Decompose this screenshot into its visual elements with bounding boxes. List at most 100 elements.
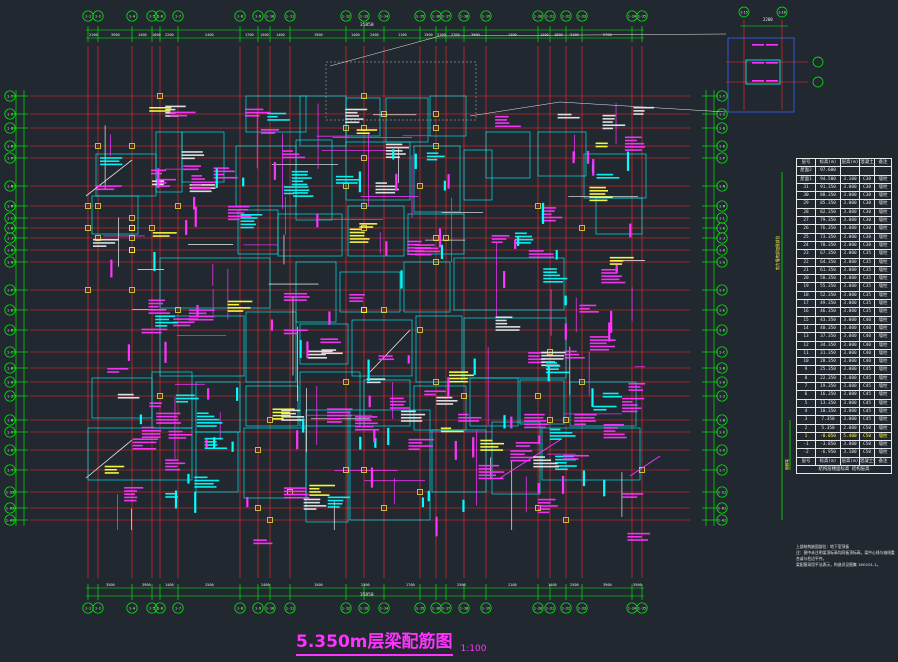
table-cell: C50	[859, 431, 875, 442]
axis-label: 1-G	[719, 260, 725, 264]
table-row: 9 25.350 3.000 C45 墙柱	[796, 365, 892, 375]
annotation-text-bar	[622, 410, 638, 413]
table-row: 23 67.350 3.000 C35 墙柱	[796, 249, 892, 259]
annotation-text-bar	[449, 380, 468, 383]
top-segment-dimension: 2400	[370, 33, 379, 37]
wall-outline	[363, 379, 411, 427]
table-cell: 7.350	[815, 415, 841, 425]
annotation-text-bar	[196, 415, 215, 418]
table-cell: 22	[796, 257, 816, 267]
table-row: 24 70.350 3.000 C30 墙柱	[796, 240, 892, 251]
annotation-text-bar	[609, 256, 634, 259]
stirrup-marker	[164, 341, 167, 363]
annotation-text-bar	[495, 326, 521, 328]
annotation-text-bar	[541, 216, 563, 219]
annotation-text-bar	[538, 505, 558, 507]
table-cell: C35	[859, 249, 875, 259]
top-segment-dimension: 1400	[138, 33, 147, 37]
annotation-text-bar	[307, 350, 333, 353]
axis-label: 1-9	[255, 606, 261, 610]
table-cell: C40	[859, 315, 875, 325]
annotation-text-bar	[515, 445, 531, 447]
annotation-text-bar	[602, 392, 619, 395]
table-cell: 97.600	[815, 166, 841, 176]
annotation-text-bar	[524, 413, 545, 416]
annotation-text-bar	[320, 341, 341, 344]
annotation-text-bar	[227, 310, 244, 312]
axis-label: 1-5	[149, 606, 155, 610]
table-cell: 5.350	[815, 423, 841, 433]
axis-label: 1-M	[719, 204, 725, 208]
axis-label: 1-23	[578, 14, 586, 18]
axis-label: 1-24	[628, 606, 636, 610]
table-row: 18 52.350 3.000 C35 墙柱	[796, 290, 892, 301]
annotation-text-bar	[272, 414, 291, 417]
annotation-text-bar	[227, 212, 245, 214]
table-row: 19 55.350 3.000 C35 墙柱	[796, 282, 892, 292]
table-cell: 墙柱	[874, 265, 892, 276]
stirrup-marker	[316, 213, 319, 228]
annotation-text-bar	[356, 129, 378, 131]
annotation-text-bar	[132, 444, 143, 447]
drawing-title-block: 5.350m层梁配筋图 1:100	[296, 630, 486, 656]
axis-label: 1-B	[7, 366, 13, 370]
top-segment-dimension: 1900	[314, 33, 323, 37]
table-cell: 墙柱	[874, 307, 892, 317]
stirrup-marker	[385, 241, 388, 257]
annotation-text-bar	[291, 177, 312, 179]
annotation-text-bar	[458, 413, 469, 416]
stirrup-marker	[472, 437, 475, 458]
annotation-text-bar	[141, 328, 168, 331]
table-cell: 层高(m)	[840, 456, 860, 467]
inset-frame	[727, 37, 795, 113]
axis-label: 1-R	[7, 144, 14, 148]
annotation-text-bar	[320, 338, 339, 340]
annotation-text-bar	[345, 121, 360, 124]
table-cell: 3.000	[840, 307, 860, 317]
wall-outline	[429, 95, 467, 137]
table-cell: -0.050	[815, 431, 841, 442]
annotation-text-bar	[595, 142, 608, 145]
table-cell: C30	[859, 240, 875, 251]
annotation-text-bar	[124, 490, 138, 492]
table-cell: 墙柱	[874, 357, 892, 367]
table-cell: 混凝土	[859, 157, 875, 168]
axis-label: 1-14	[380, 14, 388, 18]
annotation-text-bar	[283, 296, 310, 298]
annotation-text-bar	[603, 436, 627, 439]
axis-label: 1-E	[7, 308, 13, 312]
annotation-text-bar	[378, 355, 393, 357]
axis-label: 1-24	[628, 14, 636, 18]
table-cell: 88.350	[815, 191, 841, 201]
table-cell: 30	[796, 191, 816, 201]
table-row: 12 34.350 3.000 C40 墙柱	[796, 340, 892, 350]
table-cell: 墙柱	[874, 199, 892, 209]
top-segment-dimension: 1400	[351, 33, 360, 37]
detail-inset: 1-15 1-16	[325, 6, 824, 121]
axis-label: 1-J	[7, 236, 13, 240]
table-cell: 37.350	[815, 332, 841, 342]
bottom-segment-dimension: 2400	[261, 583, 270, 587]
table-row: -2 -6.950 3.100 C50 墙柱	[796, 448, 892, 458]
annotation-text-bar	[385, 153, 406, 155]
table-cell: 3.000	[840, 373, 860, 384]
table-cell: 墙柱	[874, 440, 892, 450]
annotation-text-bar	[100, 163, 123, 166]
table-cell: 7	[796, 381, 816, 392]
table-cell: C50	[859, 440, 875, 450]
table-row: 31 91.350 3.000 C30 墙柱	[796, 182, 892, 193]
table-cell: 层号	[796, 456, 816, 467]
table-cell: C50	[859, 448, 875, 458]
table-cell: 22.350	[815, 373, 841, 384]
annotation-text-bar	[204, 447, 228, 450]
annotation-text-bar	[389, 407, 410, 409]
annotation-text-bar	[538, 498, 556, 501]
annotation-text-bar	[244, 108, 264, 111]
table-cell: 23	[796, 249, 816, 259]
stirrup-marker	[414, 153, 417, 170]
table-row: 21 61.350 3.000 C35 墙柱	[796, 265, 892, 276]
annotation-text-bar	[524, 423, 549, 426]
axis-label: 1-5	[149, 14, 155, 18]
annotation-text-bar	[449, 371, 469, 373]
axis-label: 1-22	[562, 606, 570, 610]
